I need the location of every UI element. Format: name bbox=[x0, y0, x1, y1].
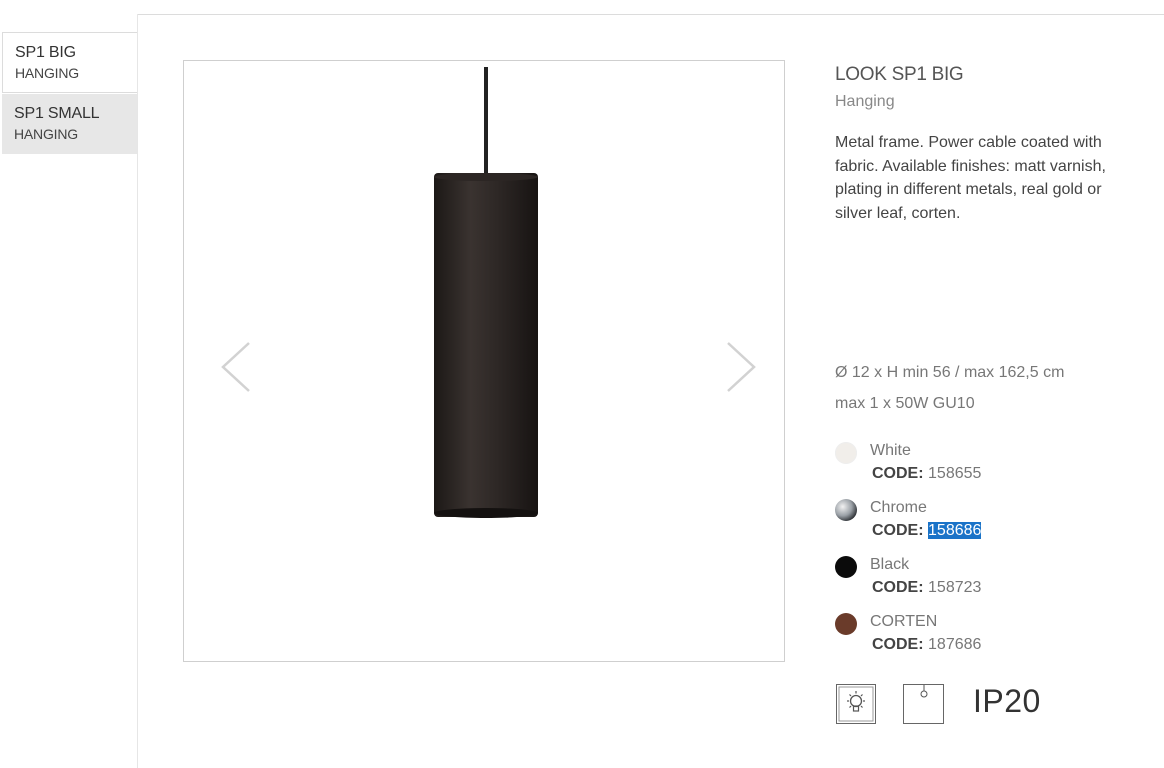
ceiling-mount-icon bbox=[903, 684, 944, 724]
previous-image-button[interactable] bbox=[219, 339, 253, 400]
ip-rating: IP20 bbox=[973, 683, 1041, 719]
product-lamp-spec: max 1 x 50W GU10 bbox=[835, 395, 975, 412]
finish-swatch[interactable] bbox=[835, 499, 857, 521]
finish-name: Black bbox=[870, 556, 910, 573]
tab-subtitle: HANGING bbox=[14, 126, 78, 142]
next-image-button[interactable] bbox=[724, 339, 758, 400]
finish-chrome: Chrome CODE: 158686 bbox=[835, 499, 1135, 549]
finish-swatch[interactable] bbox=[835, 556, 857, 578]
finish-code: CODE: 158655 bbox=[872, 465, 981, 483]
product-description: Metal frame. Power cable coated with fab… bbox=[835, 134, 1106, 222]
finish-name: Chrome bbox=[870, 499, 927, 516]
code-label: CODE: bbox=[872, 636, 924, 653]
code-label: CODE: bbox=[872, 522, 924, 539]
code-value: 187686 bbox=[928, 636, 982, 653]
finish-swatch[interactable] bbox=[835, 613, 857, 635]
top-divider bbox=[137, 14, 1164, 15]
code-label: CODE: bbox=[872, 579, 924, 596]
finish-swatch[interactable] bbox=[835, 442, 857, 464]
tab-subtitle: HANGING bbox=[15, 65, 79, 81]
finish-name: White bbox=[870, 442, 911, 459]
tab-title: SP1 BIG bbox=[15, 44, 76, 61]
tab-title: SP1 SMALL bbox=[14, 105, 100, 122]
code-value-selected: 158686 bbox=[928, 522, 982, 539]
sidebar-divider bbox=[137, 14, 138, 768]
bulb-icon bbox=[836, 684, 876, 724]
product-image-viewer bbox=[183, 60, 785, 662]
finish-black: Black CODE: 158723 bbox=[835, 556, 1135, 606]
finish-code: CODE: 158723 bbox=[872, 579, 981, 597]
code-value: 158655 bbox=[928, 465, 982, 482]
finish-white: White CODE: 158655 bbox=[835, 442, 1135, 492]
finish-corten: CORTEN CODE: 187686 bbox=[835, 613, 1135, 663]
product-title: LOOK SP1 BIG bbox=[835, 64, 964, 85]
finish-name: CORTEN bbox=[870, 613, 938, 630]
tab-sp1-big[interactable]: SP1 BIG HANGING bbox=[2, 32, 137, 93]
pendant-lamp-image bbox=[434, 67, 538, 518]
finish-code: CODE: 158686 bbox=[872, 522, 982, 540]
product-subtitle: Hanging bbox=[835, 93, 895, 110]
finish-code: CODE: 187686 bbox=[872, 636, 981, 654]
chevron-left-icon bbox=[221, 342, 250, 392]
code-value: 158723 bbox=[928, 579, 982, 596]
code-label: CODE: bbox=[872, 465, 924, 482]
tab-sp1-small[interactable]: SP1 SMALL HANGING bbox=[2, 94, 137, 154]
chevron-right-icon bbox=[727, 342, 756, 392]
product-dimensions: Ø 12 x H min 56 / max 162,5 cm bbox=[835, 364, 1065, 381]
